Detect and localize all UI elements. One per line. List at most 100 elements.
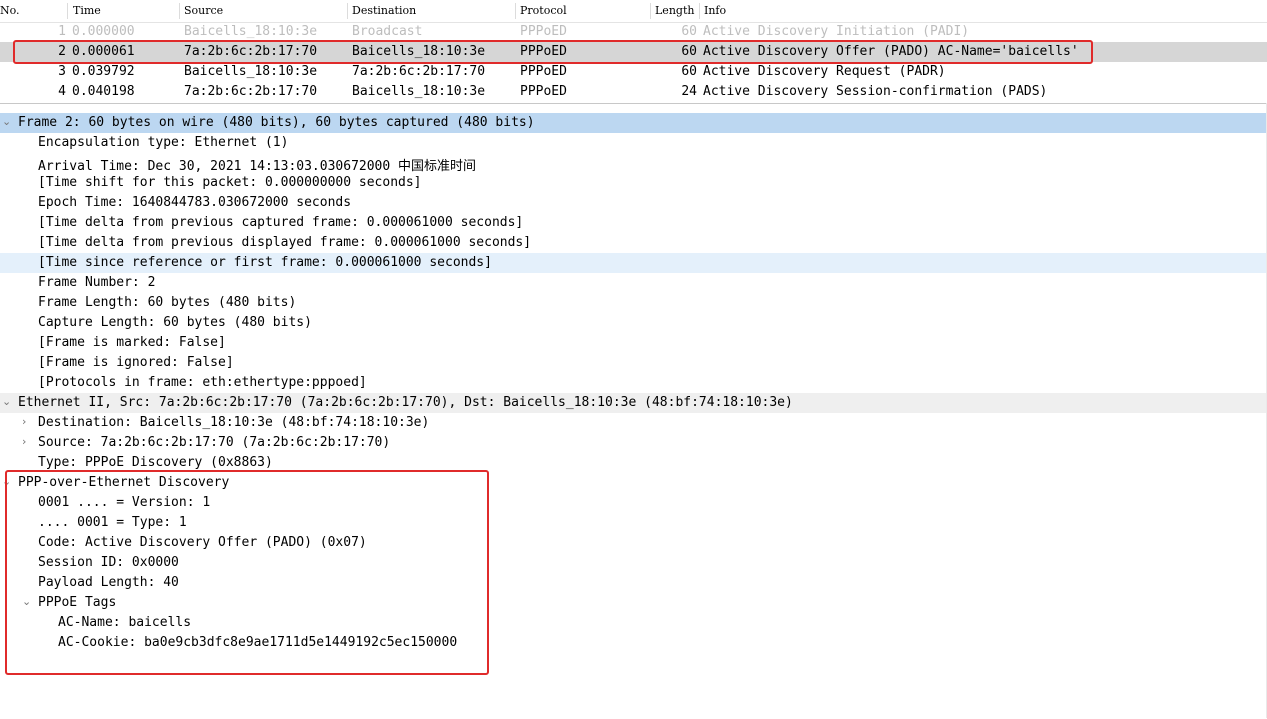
packet-source: Baicells_18:10:3e [184, 64, 318, 79]
tree-field[interactable]: Encapsulation type: Ethernet (1) [0, 133, 1267, 153]
packet-protocol: PPPoED [520, 64, 567, 79]
tree-field[interactable]: .... 0001 = Type: 1 [0, 513, 1267, 533]
tree-field[interactable]: [Time shift for this packet: 0.000000000… [0, 173, 1267, 193]
packet-time: 0.040198 [72, 84, 135, 99]
packet-time: 0.000061 [72, 44, 135, 59]
field-text: 0001 .... = Version: 1 [38, 495, 211, 510]
field-text: Destination: Baicells_18:10:3e (48:bf:74… [38, 415, 430, 430]
packet-length: 24 [681, 84, 697, 99]
tree-node-frame[interactable]: ⌄ Frame 2: 60 bytes on wire (480 bits), … [0, 113, 1267, 133]
packet-source: 7a:2b:6c:2b:17:70 [184, 84, 318, 99]
tree-node-pppoe[interactable]: ⌄ PPP-over-Ethernet Discovery [0, 473, 1267, 493]
chevron-down-icon[interactable]: ⌄ [22, 596, 32, 608]
column-info[interactable]: Info [704, 4, 726, 17]
packet-time: 0.039792 [72, 64, 135, 79]
packet-info: Active Discovery Request (PADR) [703, 64, 946, 79]
tree-field[interactable]: Epoch Time: 1640844783.030672000 seconds [0, 193, 1267, 213]
tree-node-label: Frame 2: 60 bytes on wire (480 bits), 60… [18, 115, 535, 130]
tree-field[interactable]: [Time delta from previous displayed fram… [0, 233, 1267, 253]
tree-field[interactable]: [Protocols in frame: eth:ethertype:pppoe… [0, 373, 1267, 393]
field-text: Capture Length: 60 bytes (480 bits) [38, 315, 312, 330]
field-text: Frame Length: 60 bytes (480 bits) [38, 295, 297, 310]
packet-list-header: No. Time Source Destination Protocol Len… [0, 0, 1267, 23]
tree-node-ethernet[interactable]: ⌄ Ethernet II, Src: 7a:2b:6c:2b:17:70 (7… [0, 393, 1267, 413]
packet-destination: 7a:2b:6c:2b:17:70 [352, 64, 486, 79]
packet-destination: Broadcast [352, 24, 423, 39]
tree-field[interactable]: [Frame is ignored: False] [0, 353, 1267, 373]
column-protocol[interactable]: Protocol [520, 4, 567, 17]
field-text: [Frame is marked: False] [38, 335, 226, 350]
tree-field[interactable]: AC-Name: baicells [0, 613, 1267, 633]
chevron-right-icon[interactable]: › [22, 416, 32, 428]
packet-row[interactable]: 3 0.039792 Baicells_18:10:3e 7a:2b:6c:2b… [0, 62, 1267, 82]
column-divider[interactable] [699, 3, 700, 19]
tree-node-eth-source[interactable]: › Source: 7a:2b:6c:2b:17:70 (7a:2b:6c:2b… [0, 433, 1267, 453]
tree-field[interactable]: Frame Number: 2 [0, 273, 1267, 293]
packet-source: Baicells_18:10:3e [184, 24, 318, 39]
field-text: Frame Number: 2 [38, 275, 156, 290]
tree-field[interactable]: Capture Length: 60 bytes (480 bits) [0, 313, 1267, 333]
packet-info: Active Discovery Offer (PADO) AC-Name='b… [703, 44, 1079, 59]
tree-field[interactable]: Payload Length: 40 [0, 573, 1267, 593]
column-divider[interactable] [347, 3, 348, 19]
field-text: AC-Cookie: ba0e9cb3dfc8e9ae1711d5e144919… [58, 635, 458, 650]
field-text: Epoch Time: 1640844783.030672000 seconds [38, 195, 352, 210]
field-text: Arrival Time: Dec 30, 2021 14:13:03.0306… [38, 159, 477, 174]
packet-length: 60 [681, 24, 697, 39]
tree-node-pppoe-tags[interactable]: ⌄ PPPoE Tags [0, 593, 1267, 613]
packet-details-pane[interactable]: ⌄ Frame 2: 60 bytes on wire (480 bits), … [0, 103, 1267, 719]
tree-field[interactable]: Frame Length: 60 bytes (480 bits) [0, 293, 1267, 313]
column-source[interactable]: Source [184, 4, 223, 17]
column-destination[interactable]: Destination [352, 4, 416, 17]
packet-destination: Baicells_18:10:3e [352, 44, 486, 59]
packet-no: 4 [58, 84, 66, 99]
field-text: .... 0001 = Type: 1 [38, 515, 187, 530]
packet-row[interactable]: 1 0.000000 Baicells_18:10:3e Broadcast P… [0, 22, 1267, 42]
packet-row[interactable]: 4 0.040198 7a:2b:6c:2b:17:70 Baicells_18… [0, 82, 1267, 102]
field-text: [Time delta from previous displayed fram… [38, 235, 532, 250]
tree-node-eth-destination[interactable]: › Destination: Baicells_18:10:3e (48:bf:… [0, 413, 1267, 433]
packet-protocol: PPPoED [520, 24, 567, 39]
column-length[interactable]: Length [655, 4, 694, 17]
field-text: [Time since reference or first frame: 0.… [38, 255, 492, 270]
column-divider[interactable] [67, 3, 68, 19]
packet-length: 60 [681, 64, 697, 79]
tree-field[interactable]: Arrival Time: Dec 30, 2021 14:13:03.0306… [0, 153, 1267, 174]
field-text: Payload Length: 40 [38, 575, 179, 590]
column-time[interactable]: Time [73, 4, 101, 17]
column-divider[interactable] [515, 3, 516, 19]
packet-row-selected[interactable]: 2 0.000061 7a:2b:6c:2b:17:70 Baicells_18… [0, 42, 1267, 62]
chevron-down-icon[interactable]: ⌄ [2, 116, 12, 128]
tree-field[interactable]: [Time since reference or first frame: 0.… [0, 253, 1267, 273]
column-divider[interactable] [179, 3, 180, 19]
tree-field[interactable]: 0001 .... = Version: 1 [0, 493, 1267, 513]
packet-protocol: PPPoED [520, 84, 567, 99]
field-text: [Time delta from previous captured frame… [38, 215, 524, 230]
packet-no: 2 [58, 44, 66, 59]
packet-length: 60 [681, 44, 697, 59]
tree-node-label: PPPoE Tags [38, 595, 117, 610]
packet-list[interactable]: No. Time Source Destination Protocol Len… [0, 0, 1267, 103]
tree-field[interactable]: Session ID: 0x0000 [0, 553, 1267, 573]
chevron-right-icon[interactable]: › [22, 436, 32, 448]
tree-field[interactable]: [Frame is marked: False] [0, 333, 1267, 353]
packet-time: 0.000000 [72, 24, 135, 39]
tree-field[interactable]: AC-Cookie: ba0e9cb3dfc8e9ae1711d5e144919… [0, 633, 1267, 653]
field-text: Source: 7a:2b:6c:2b:17:70 (7a:2b:6c:2b:1… [38, 435, 391, 450]
field-text: Session ID: 0x0000 [38, 555, 179, 570]
chevron-down-icon[interactable]: ⌄ [2, 396, 12, 408]
tree-field[interactable]: Type: PPPoE Discovery (0x8863) [0, 453, 1267, 473]
packet-source: 7a:2b:6c:2b:17:70 [184, 44, 318, 59]
field-text: [Frame is ignored: False] [38, 355, 234, 370]
tree-field[interactable]: [Time delta from previous captured frame… [0, 213, 1267, 233]
packet-info: Active Discovery Initiation (PADI) [703, 24, 970, 39]
column-divider[interactable] [650, 3, 651, 19]
column-no[interactable]: No. [0, 4, 20, 17]
field-text: Code: Active Discovery Offer (PADO) (0x0… [38, 535, 367, 550]
field-text: [Time shift for this packet: 0.000000000… [38, 175, 422, 190]
chevron-down-icon[interactable]: ⌄ [2, 476, 12, 488]
tree-node-label: Ethernet II, Src: 7a:2b:6c:2b:17:70 (7a:… [18, 395, 793, 410]
packet-protocol: PPPoED [520, 44, 567, 59]
field-text: [Protocols in frame: eth:ethertype:pppoe… [38, 375, 367, 390]
tree-field[interactable]: Code: Active Discovery Offer (PADO) (0x0… [0, 533, 1267, 553]
